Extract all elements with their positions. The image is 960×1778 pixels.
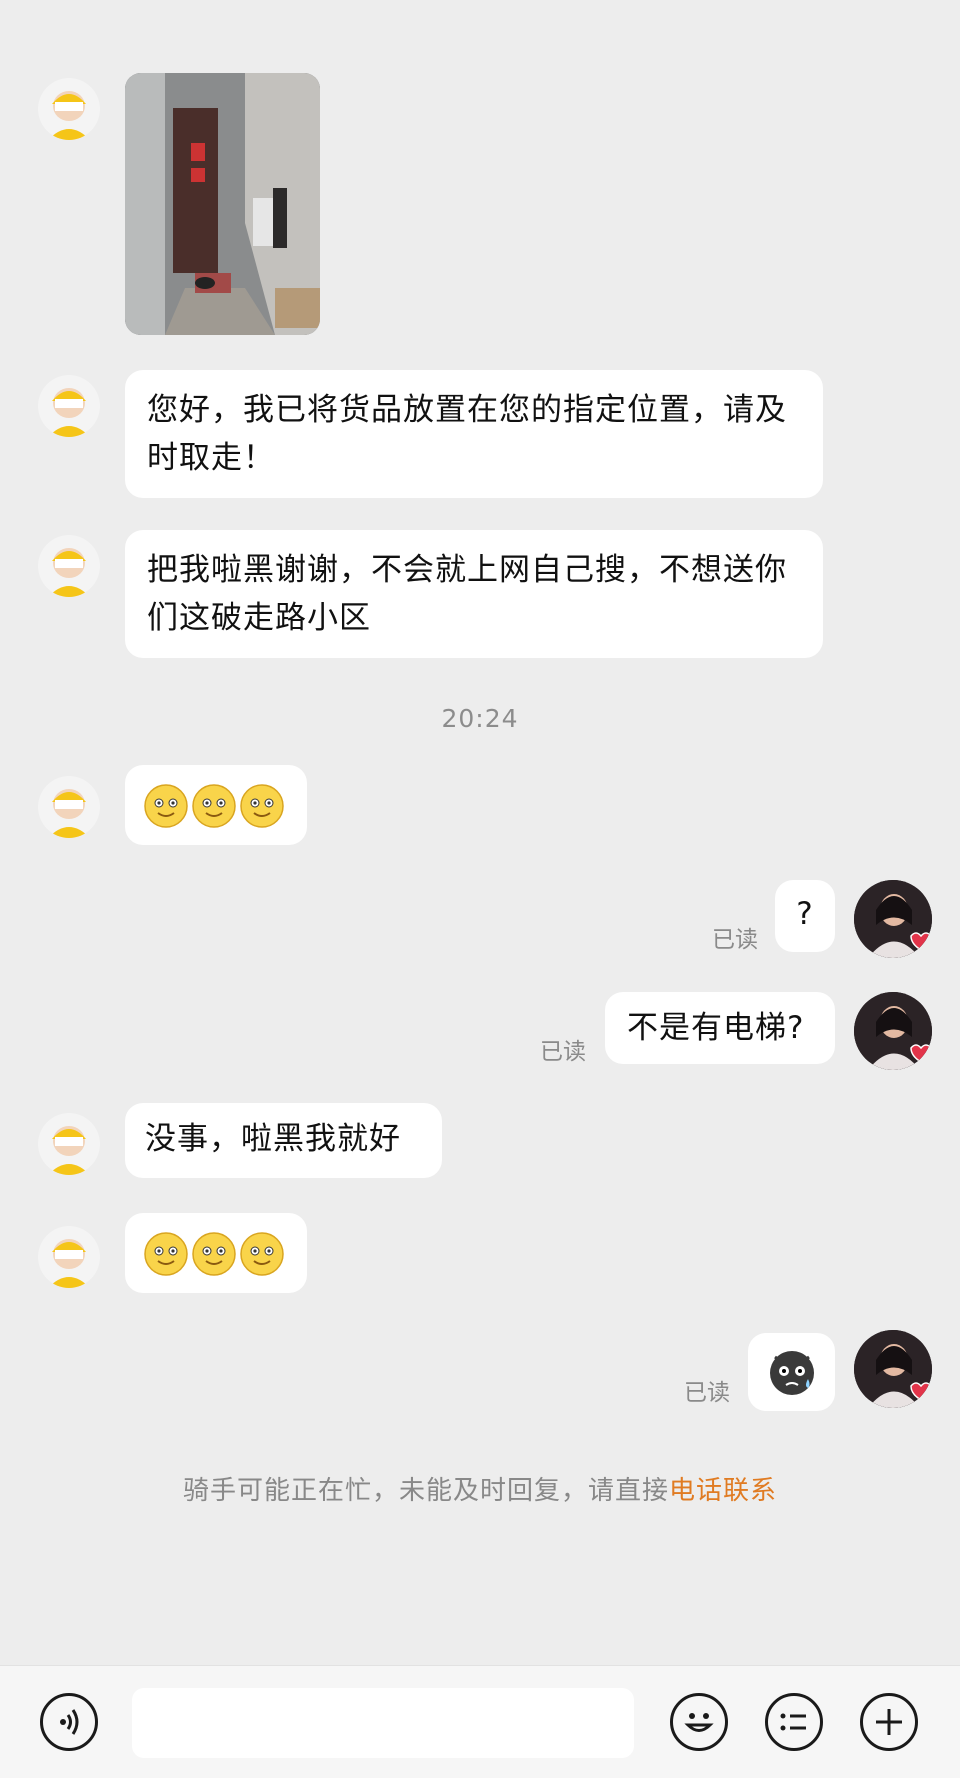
outgoing-message-bubble[interactable]: 不是有电梯?	[605, 992, 835, 1064]
user-avatar[interactable]	[854, 992, 932, 1070]
smile-emoji-icon	[192, 1231, 236, 1276]
smile-emoji-icon	[240, 783, 284, 828]
timestamp: 20:24	[441, 704, 519, 733]
message-text: 把我啦黑谢谢，不会就上网自己搜，不想送你们这破走路小区	[147, 552, 787, 636]
input-toolbar	[0, 1665, 960, 1778]
courier-avatar[interactable]	[38, 375, 100, 437]
courier-avatar-icon	[48, 789, 90, 838]
user-avatar-icon	[854, 880, 932, 958]
message-text: 您好，我已将货品放置在您的指定位置，请及时取走！	[147, 392, 787, 476]
rider-busy-notice: 骑手可能正在忙，未能及时回复，请直接电话联系	[0, 1470, 960, 1507]
incoming-message-bubble[interactable]: 您好，我已将货品放置在您的指定位置，请及时取走！	[125, 370, 823, 498]
voice-icon	[60, 1709, 79, 1735]
sweat-face-emoji-icon	[770, 1351, 814, 1395]
incoming-message-bubble[interactable]: 把我啦黑谢谢，不会就上网自己搜，不想送你们这破走路小区	[125, 530, 823, 658]
courier-avatar[interactable]	[38, 776, 100, 838]
courier-avatar-icon	[48, 1126, 90, 1175]
voice-button[interactable]	[40, 1693, 98, 1751]
incoming-emoji-bubble[interactable]	[125, 765, 307, 845]
phone-contact-link[interactable]: 电话联系	[669, 1476, 777, 1506]
read-status: 已读	[712, 927, 758, 953]
message-text: 不是有电梯?	[627, 1010, 805, 1046]
notice-text: 骑手可能正在忙，未能及时回复，请直接	[182, 1476, 669, 1506]
incoming-emoji-bubble[interactable]	[125, 1213, 307, 1293]
emoji-icon	[684, 1713, 714, 1732]
smile-emoji-icon	[192, 783, 236, 828]
emoji-button[interactable]	[670, 1693, 728, 1751]
outgoing-message-bubble[interactable]: ?	[775, 880, 835, 952]
plus-icon	[876, 1709, 902, 1735]
delivery-photo[interactable]	[125, 73, 320, 335]
user-avatar[interactable]	[854, 880, 932, 958]
message-text: 没事，啦黑我就好	[145, 1121, 401, 1157]
courier-avatar[interactable]	[38, 1226, 100, 1288]
user-avatar-icon	[854, 992, 932, 1070]
courier-avatar[interactable]	[38, 78, 100, 140]
courier-avatar-icon	[48, 388, 90, 437]
user-avatar-icon	[854, 1330, 932, 1408]
user-avatar[interactable]	[854, 1330, 932, 1408]
incoming-message-bubble[interactable]: 没事，啦黑我就好	[125, 1103, 442, 1178]
read-status: 已读	[684, 1380, 730, 1406]
courier-avatar-icon	[48, 548, 90, 597]
courier-avatar[interactable]	[38, 535, 100, 597]
quick-reply-button[interactable]	[765, 1693, 823, 1751]
smile-emoji-icon	[240, 1231, 284, 1276]
chat-area: 您好，我已将货品放置在您的指定位置，请及时取走！ 把我啦黑谢谢，不会就上网自己搜…	[0, 0, 960, 1665]
smile-emoji-icon	[144, 783, 188, 828]
courier-avatar[interactable]	[38, 1113, 100, 1175]
outgoing-emoji-bubble[interactable]	[748, 1333, 835, 1411]
message-text: ?	[796, 896, 814, 932]
smile-emoji-icon	[144, 1231, 188, 1276]
more-button[interactable]	[860, 1693, 918, 1751]
quick-reply-icon	[780, 1713, 806, 1731]
message-input[interactable]	[132, 1688, 634, 1758]
courier-avatar-icon	[48, 1239, 90, 1288]
courier-avatar-icon	[48, 91, 90, 140]
read-status: 已读	[540, 1039, 586, 1065]
